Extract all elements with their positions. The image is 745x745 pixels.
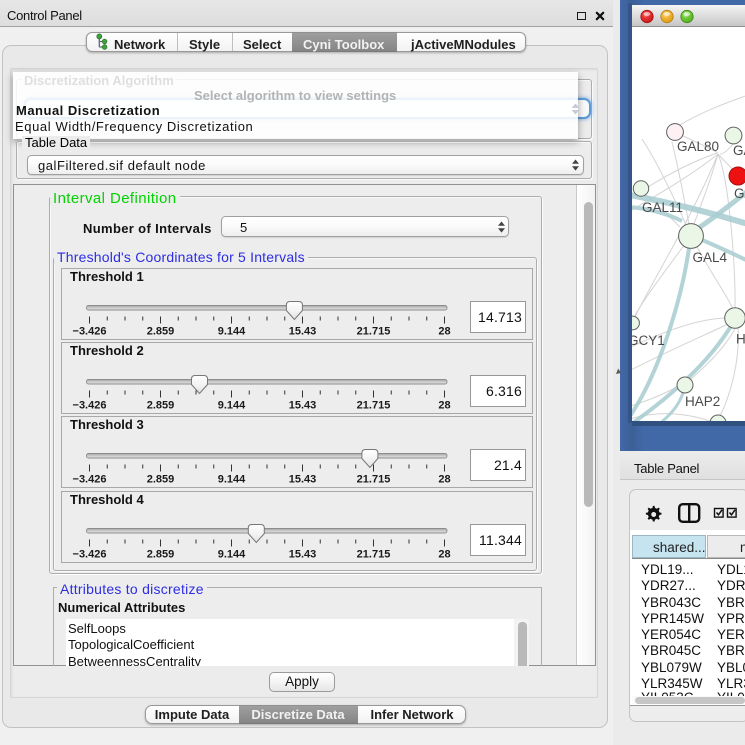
svg-text:2.859: 2.859 (147, 400, 175, 412)
svg-text:28: 28 (438, 474, 450, 486)
svg-text:2.859: 2.859 (147, 474, 175, 486)
svg-text:GAL80: GAL80 (677, 139, 719, 154)
svg-text:2.859: 2.859 (147, 326, 175, 338)
svg-text:GA: GA (733, 143, 745, 158)
svg-text:15.43: 15.43 (289, 326, 317, 338)
svg-text:28: 28 (438, 326, 450, 338)
svg-text:GA: GA (734, 186, 745, 201)
svg-text:HI: HI (736, 332, 745, 347)
svg-text:15.43: 15.43 (289, 549, 317, 561)
svg-text:9.144: 9.144 (218, 326, 246, 338)
svg-text:28: 28 (438, 549, 450, 561)
svg-text:9.144: 9.144 (218, 400, 246, 412)
svg-text:−3.426: −3.426 (73, 474, 107, 486)
svg-text:9.144: 9.144 (218, 549, 246, 561)
svg-text:21.715: 21.715 (357, 326, 391, 338)
svg-text:15.43: 15.43 (289, 400, 317, 412)
svg-text:HAP2: HAP2 (685, 394, 720, 409)
svg-text:GAL4: GAL4 (693, 250, 728, 265)
svg-text:21.715: 21.715 (357, 400, 391, 412)
svg-text:GCY1: GCY1 (632, 333, 665, 348)
svg-text:2.859: 2.859 (147, 549, 175, 561)
svg-text:15.43: 15.43 (289, 474, 317, 486)
svg-text:GAL11: GAL11 (642, 200, 683, 215)
svg-text:28: 28 (438, 400, 450, 412)
svg-text:−3.426: −3.426 (73, 326, 107, 338)
svg-text:−3.426: −3.426 (73, 400, 107, 412)
svg-text:−3.426: −3.426 (73, 549, 107, 561)
svg-text:21.715: 21.715 (357, 549, 391, 561)
svg-text:9.144: 9.144 (218, 474, 246, 486)
svg-text:21.715: 21.715 (357, 474, 391, 486)
